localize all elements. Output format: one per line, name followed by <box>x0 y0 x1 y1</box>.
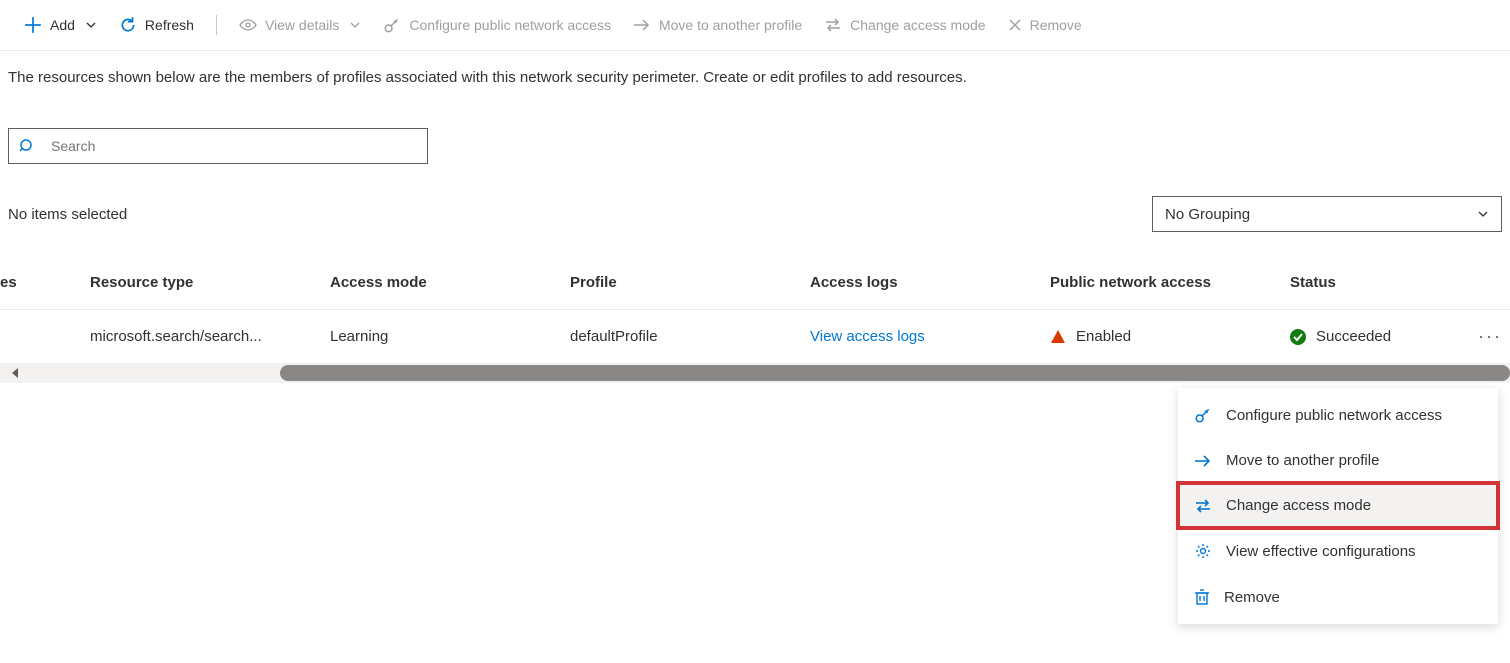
cell-public-network-text: Enabled <box>1076 328 1131 345</box>
scroll-left-arrow[interactable] <box>0 367 30 379</box>
scrollbar-thumb[interactable] <box>280 365 1510 381</box>
arrow-right-icon <box>633 18 651 32</box>
selection-count: No items selected <box>8 206 127 223</box>
search-container <box>8 128 1502 164</box>
table-header: es Resource type Access mode Profile Acc… <box>0 262 1510 310</box>
refresh-label: Refresh <box>145 17 194 33</box>
change-mode-label: Change access mode <box>850 17 985 33</box>
connector-icon <box>1194 406 1212 424</box>
remove-button[interactable]: Remove <box>1000 13 1090 37</box>
col-es[interactable]: es <box>0 274 90 291</box>
triangle-left-icon <box>10 367 20 379</box>
cell-status-text: Succeeded <box>1316 328 1391 345</box>
ctx-remove-label: Remove <box>1224 589 1280 606</box>
grouping-selected: No Grouping <box>1165 206 1250 223</box>
row-more-button[interactable]: ··· <box>1470 326 1510 347</box>
move-profile-label: Move to another profile <box>659 17 802 33</box>
horizontal-scrollbar[interactable] <box>0 363 1510 383</box>
cell-access-logs-link[interactable]: View access logs <box>810 328 1050 345</box>
resources-table: es Resource type Access mode Profile Acc… <box>0 262 1510 383</box>
add-label: Add <box>50 17 75 33</box>
cell-access-mode: Learning <box>330 328 570 345</box>
view-details-label: View details <box>265 17 339 33</box>
row-context-menu: Configure public network access Move to … <box>1178 388 1498 624</box>
ctx-move-profile[interactable]: Move to another profile <box>1178 438 1498 483</box>
search-icon <box>19 138 35 154</box>
ctx-remove[interactable]: Remove <box>1178 574 1498 620</box>
cell-profile: defaultProfile <box>570 328 810 345</box>
ctx-move-label: Move to another profile <box>1226 452 1379 469</box>
warning-icon <box>1050 329 1066 345</box>
col-profile[interactable]: Profile <box>570 274 810 291</box>
view-details-button[interactable]: View details <box>231 13 369 37</box>
ctx-view-effective[interactable]: View effective configurations <box>1178 528 1498 574</box>
refresh-button[interactable]: Refresh <box>111 12 202 38</box>
chevron-down-icon <box>349 19 361 31</box>
ctx-view-eff-label: View effective configurations <box>1226 543 1416 560</box>
plus-icon <box>24 16 42 34</box>
configure-public-button[interactable]: Configure public network access <box>375 12 619 38</box>
swap-icon <box>1194 498 1212 514</box>
grouping-dropdown[interactable]: No Grouping <box>1152 196 1502 232</box>
col-public-network[interactable]: Public network access <box>1050 274 1290 291</box>
ctx-configure-public[interactable]: Configure public network access <box>1178 392 1498 438</box>
ctx-change-label: Change access mode <box>1226 497 1371 514</box>
search-box[interactable] <box>8 128 428 164</box>
change-mode-button[interactable]: Change access mode <box>816 13 993 37</box>
col-access-mode[interactable]: Access mode <box>330 274 570 291</box>
trash-icon <box>1194 588 1210 606</box>
table-row[interactable]: microsoft.search/search... Learning defa… <box>0 310 1510 363</box>
success-icon <box>1290 329 1306 345</box>
cell-resource-type: microsoft.search/search... <box>90 328 330 345</box>
cell-public-network: Enabled <box>1050 328 1290 345</box>
configure-public-label: Configure public network access <box>409 17 611 33</box>
connector-icon <box>383 16 401 34</box>
ctx-configure-label: Configure public network access <box>1226 407 1442 424</box>
close-icon <box>1008 18 1022 32</box>
chevron-down-icon <box>85 19 97 31</box>
arrow-right-icon <box>1194 454 1212 468</box>
swap-icon <box>824 17 842 33</box>
eye-icon <box>239 18 257 32</box>
move-profile-button[interactable]: Move to another profile <box>625 13 810 37</box>
refresh-icon <box>119 16 137 34</box>
toolbar-separator <box>216 15 217 35</box>
selection-bar: No items selected No Grouping <box>8 196 1502 232</box>
col-status[interactable]: Status <box>1290 274 1470 291</box>
add-button[interactable]: Add <box>16 12 105 38</box>
description-text: The resources shown below are the member… <box>0 51 1510 86</box>
toolbar: Add Refresh View details Configure publi… <box>0 0 1510 51</box>
cell-status: Succeeded <box>1290 328 1470 345</box>
remove-label: Remove <box>1030 17 1082 33</box>
search-input[interactable] <box>49 137 417 155</box>
ctx-change-mode[interactable]: Change access mode <box>1178 483 1498 528</box>
chevron-down-icon <box>1477 208 1489 220</box>
gear-icon <box>1194 542 1212 560</box>
col-access-logs[interactable]: Access logs <box>810 274 1050 291</box>
col-resource-type[interactable]: Resource type <box>90 274 330 291</box>
